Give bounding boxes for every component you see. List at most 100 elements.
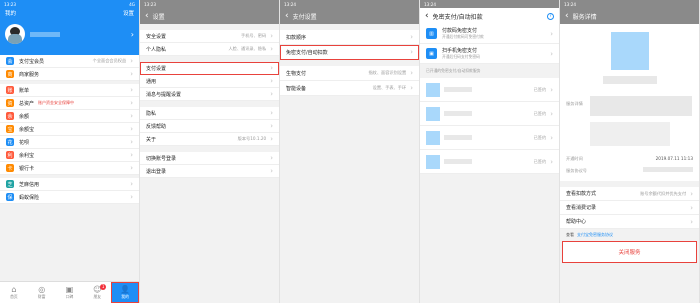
chevron-right-icon: ›	[270, 122, 273, 130]
row-deduction-order[interactable]: 扣款顺序 ›	[280, 30, 419, 45]
insurance-icon: 保	[6, 193, 14, 201]
chevron-right-icon: ›	[130, 138, 133, 146]
profile-row[interactable]: ›	[5, 24, 134, 44]
screen-payment-settings: 13:24 ‹ 支付设置 扣款顺序 › 免密支付/自动扣款 › 生物支付 指纹、…	[280, 0, 420, 303]
row-merchant[interactable]: 商 商家服务 ›	[0, 68, 139, 81]
tab-home[interactable]: ⌂ 首页	[0, 282, 28, 303]
row-deduction-method[interactable]: 查看扣款方式 账号余额代扣并优先支付 ›	[560, 187, 699, 201]
back-arrow-icon[interactable]: ‹	[565, 11, 569, 21]
row-password-free[interactable]: 免密支付/自动扣款 ›	[280, 45, 419, 60]
row-assets[interactable]: 资 总资产 账户资金安全保障中 ›	[0, 97, 139, 110]
agreement-label: 服务协议号	[566, 168, 587, 173]
status-time: 13:24	[424, 1, 437, 7]
tab-friends[interactable]: ☺ 朋友 1	[83, 282, 111, 303]
row-label: 余额宝	[19, 126, 35, 133]
row-logout[interactable]: 退出登录 ›	[140, 165, 279, 178]
back-arrow-icon[interactable]: ‹	[145, 11, 149, 21]
tab-wealth[interactable]: ◎ 财富	[28, 282, 56, 303]
row-label: 智能设备	[286, 85, 307, 92]
chevron-right-icon: ›	[690, 203, 693, 212]
chevron-right-icon: ›	[270, 32, 273, 40]
chevron-right-icon: ›	[130, 99, 133, 107]
back-arrow-icon[interactable]: ‹	[285, 11, 289, 21]
row-yuebao[interactable]: 宝 余额宝 ›	[0, 123, 139, 136]
agreement-number	[643, 167, 693, 172]
back-arrow-icon[interactable]: ‹	[425, 11, 429, 21]
row-balance[interactable]: 余 余额 ›	[0, 110, 139, 123]
help-icon[interactable]: ?	[547, 12, 554, 20]
screen-service-detail: 13:24 ‹ 服务详情 服务详情 开通时间 2019.07.11 11:13 …	[560, 0, 700, 303]
page-title: 服务详情	[572, 13, 597, 21]
assets-icon: 资	[6, 99, 14, 107]
row-about[interactable]: 关于 版本号10.1.20 ›	[140, 133, 279, 146]
balance-icon: 余	[6, 112, 14, 120]
row-label: 支付宝会员	[19, 58, 45, 65]
chevron-right-icon: ›	[550, 49, 553, 58]
chevron-right-icon: ›	[270, 77, 273, 85]
row-privacy-personal[interactable]: 个人隐私 人脸、通讯录、隐私 ›	[140, 43, 279, 56]
row-smart-device[interactable]: 智能设备 设置、手表、手环 ›	[280, 81, 419, 96]
chevron-right-icon: ›	[550, 133, 553, 142]
row-label: 退出登录	[146, 168, 167, 175]
service-logo	[426, 82, 440, 97]
service-name	[444, 135, 472, 140]
row-bankcard[interactable]: 卡 银行卡 ›	[0, 162, 139, 175]
row-help-center[interactable]: 帮助中心 ›	[560, 215, 699, 229]
row-label: 芝麻信用	[19, 181, 40, 188]
service-item[interactable]: 已签约 ›	[420, 150, 559, 174]
settings-link[interactable]: 设置	[123, 9, 134, 17]
row-label: 反馈帮助	[146, 123, 167, 130]
service-item[interactable]: 已签约 ›	[420, 126, 559, 150]
row-label: 消息与提醒设置	[146, 91, 182, 98]
tab-label: 口碑	[65, 294, 74, 299]
row-general[interactable]: 通用 ›	[140, 75, 279, 88]
card-sub: 开通后付款码可免密付款	[442, 34, 484, 39]
row-consumption-record[interactable]: 查看消费记录 ›	[560, 201, 699, 215]
quick-pay-group: ▥ 付款码免密支付 开通后付款码可免密付款 › ▣ 扫手机免密支付 开通后扫码支…	[420, 24, 559, 64]
row-label: 切换账号登录	[146, 155, 177, 162]
tab-bar: ⌂ 首页 ◎ 财富 ▣ 口碑 ☺ 朋友 1 👤 我的	[0, 281, 139, 303]
row-feedback[interactable]: 反馈帮助 ›	[140, 120, 279, 133]
row-biometric[interactable]: 生物支付 指纹、面容识别设置 ›	[280, 66, 419, 81]
title-bar: ‹ 服务详情	[560, 8, 699, 24]
service-detail-text-2	[590, 122, 670, 146]
row-privacy[interactable]: 隐私 ›	[140, 107, 279, 120]
tab-koubei[interactable]: ▣ 口碑	[56, 282, 84, 303]
service-logo	[611, 32, 649, 70]
chevron-right-icon: ›	[690, 189, 693, 198]
row-security[interactable]: 安全设置 手机号、密码 ›	[140, 30, 279, 43]
row-code-pay[interactable]: ▥ 付款码免密支付 开通后付款码可免密付款 ›	[420, 24, 559, 44]
person-icon: 👤	[120, 285, 131, 294]
row-payment-settings[interactable]: 支付设置 ›	[140, 62, 279, 75]
screen-settings: 13:23 ‹ 设置 安全设置 手机号、密码 › 个人隐私 人脸、通讯录、隐私 …	[140, 0, 280, 303]
row-label: 总资产	[19, 100, 35, 107]
screen-password-free: 13:24 ‹ 免密支付/自动扣款 ? ▥ 付款码免密支付 开通后付款码可免密付…	[420, 0, 560, 303]
row-scan-pay[interactable]: ▣ 扫手机免密支付 开通后扫码支付免密码 ›	[420, 44, 559, 64]
row-zhima[interactable]: 芝 芝麻信用 ›	[0, 178, 139, 191]
status-bar: 13:24	[280, 0, 419, 8]
row-switch-account[interactable]: 切换账号登录 ›	[140, 152, 279, 165]
row-insurance[interactable]: 保 蚂蚁保险 ›	[0, 191, 139, 204]
merchant-icon: 商	[6, 70, 14, 78]
row-huabei[interactable]: 花 花呗 ›	[0, 136, 139, 149]
row-notifications[interactable]: 消息与提醒设置 ›	[140, 88, 279, 101]
row-value: 手机号、密码	[241, 33, 267, 38]
row-member[interactable]: 会 支付宝会员 个全面会会员权益 ›	[0, 55, 139, 68]
row-label: 隐私	[146, 110, 157, 117]
service-item[interactable]: 已签约 ›	[420, 102, 559, 126]
notification-badge: 1	[100, 284, 107, 290]
row-yulibao[interactable]: 利 余利宝 ›	[0, 149, 139, 162]
row-bill[interactable]: 账 账单 ›	[0, 84, 139, 97]
row-label: 通用	[146, 78, 157, 85]
chevron-right-icon: ›	[270, 109, 273, 117]
chevron-right-icon: ›	[270, 90, 273, 98]
row-label: 银行卡	[19, 165, 35, 172]
chevron-right-icon: ›	[550, 29, 553, 38]
avatar	[5, 24, 25, 44]
agreement-link[interactable]: 支付宝免密服务协议	[577, 232, 613, 238]
header-title: 我的	[5, 11, 17, 17]
close-service-button[interactable]: 关闭服务	[562, 241, 697, 263]
service-item[interactable]: 已签约 ›	[420, 78, 559, 102]
tab-my[interactable]: 👤 我的	[111, 282, 139, 303]
chevron-right-icon: ›	[270, 167, 273, 175]
